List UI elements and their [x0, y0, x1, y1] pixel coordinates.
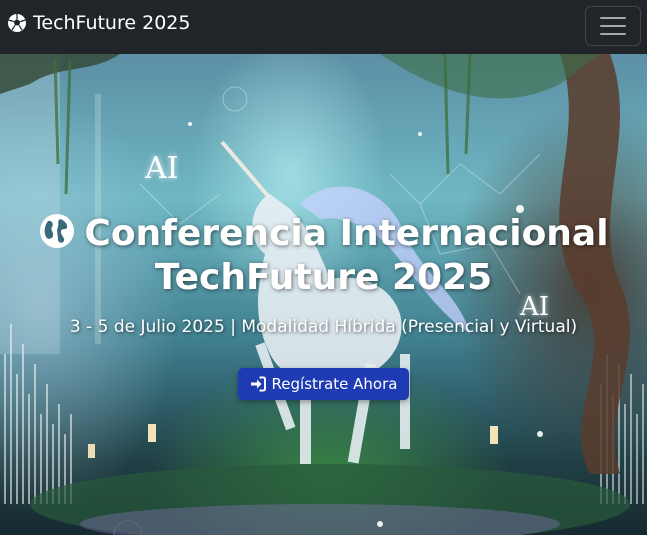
soccer-ball-icon	[7, 13, 27, 33]
hamburger-menu-icon	[599, 15, 627, 37]
hero-subtitle: 3 - 5 de Julio 2025 | Modalidad Híbrida …	[69, 317, 578, 337]
brand-name: TechFuture 2025	[33, 12, 191, 34]
register-button[interactable]: Regístrate Ahora	[237, 368, 410, 400]
register-button-label: Regístrate Ahora	[271, 375, 398, 393]
ai-label-left: AI	[145, 151, 179, 186]
globe-icon	[38, 212, 76, 250]
hero-content: Conferencia Internacional TechFuture 202…	[0, 212, 647, 400]
menu-toggle-button[interactable]	[585, 6, 641, 46]
hero-section: AI AI Conferencia Internacional TechFutu…	[0, 54, 647, 535]
sign-in-icon	[250, 376, 266, 392]
top-navbar: TechFuture 2025	[0, 0, 647, 54]
hero-title-text-1: Conferencia Internacional	[84, 213, 609, 254]
hero-title-text-2: TechFuture 2025	[154, 257, 493, 298]
brand-link[interactable]: TechFuture 2025	[7, 12, 190, 34]
hero-title: Conferencia Internacional TechFuture 202…	[0, 212, 647, 300]
hero-title-line-1: Conferencia Internacional	[0, 212, 647, 256]
